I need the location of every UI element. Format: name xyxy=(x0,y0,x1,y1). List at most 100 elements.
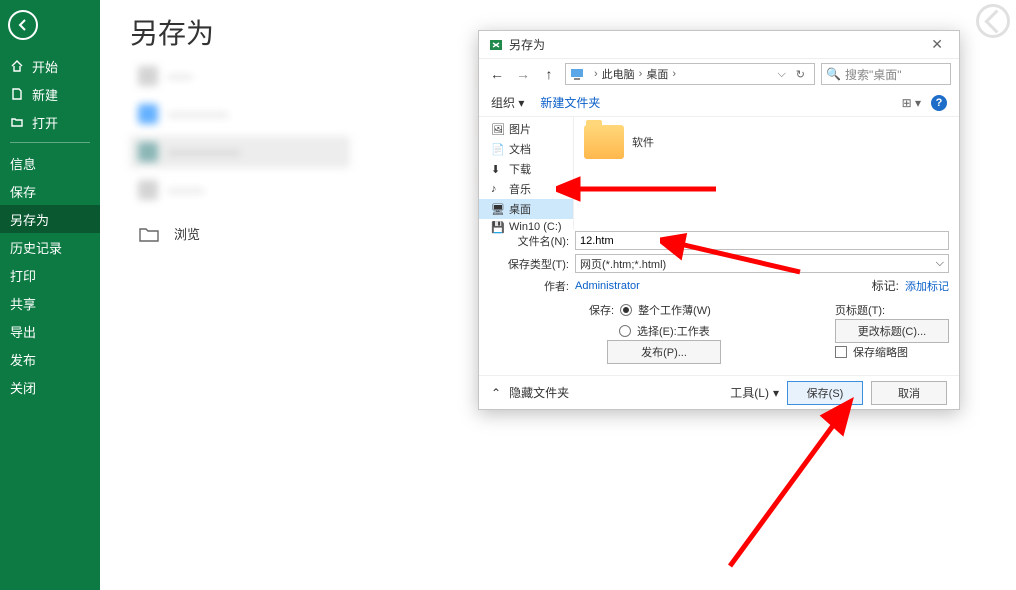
sidebar-item-save[interactable]: 保存 xyxy=(0,177,100,205)
sidebar-item-close[interactable]: 关闭 xyxy=(0,373,100,401)
sidebar-item-print[interactable]: 打印 xyxy=(0,261,100,289)
publish-button[interactable]: 发布(P)... xyxy=(607,340,721,364)
save-scope-label: 保存: xyxy=(589,302,614,318)
sidebar-item-export[interactable]: 导出 xyxy=(0,317,100,345)
locations-column: —— ————— —————— ——— 浏览 xyxy=(130,60,350,253)
address-segment[interactable]: 桌面 xyxy=(646,66,668,82)
dialog-title: 另存为 xyxy=(509,36,545,53)
sidebar-separator xyxy=(10,142,90,143)
dialog-form: 文件名(N): 保存类型(T): 网页(*.htm;*.html) ⌵ 作者: … xyxy=(479,229,959,372)
author-value[interactable]: Administrator xyxy=(575,280,640,292)
tree-item-label: Win10 (C:) xyxy=(509,221,562,233)
sidebar-item-home[interactable]: 开始 xyxy=(0,52,100,80)
dialog-footer: ⌃ 隐藏文件夹 工具(L) ▾ 保存(S) 取消 xyxy=(479,375,959,409)
recent-location-item[interactable]: ——— xyxy=(130,174,350,206)
address-dropdown[interactable]: ⌵ xyxy=(772,68,790,81)
radio-whole-workbook[interactable] xyxy=(620,304,632,316)
desktop-icon: 🖥 xyxy=(491,203,505,215)
view-options-button[interactable]: ⊞ ▾ xyxy=(902,96,921,110)
pictures-icon: 🖼 xyxy=(491,123,505,135)
expand-icon[interactable]: ⌃ xyxy=(491,386,501,400)
sidebar-item-label: 打开 xyxy=(32,113,58,132)
downloads-icon: ⬇ xyxy=(491,163,505,175)
sidebar-item-label: 发布 xyxy=(10,350,36,369)
sidebar-item-label: 开始 xyxy=(32,57,58,76)
sidebar-item-share[interactable]: 共享 xyxy=(0,289,100,317)
recent-location-item[interactable]: ————— xyxy=(130,98,350,130)
tag-label: 标记: xyxy=(872,277,899,294)
folder-tree: 🖼图片 📄文档 ⬇下载 ♪音乐 🖥桌面 💾Win10 (C:) xyxy=(479,117,574,229)
documents-icon: 📄 xyxy=(491,143,505,155)
help-icon[interactable]: ? xyxy=(931,95,947,111)
filetype-select[interactable]: 网页(*.htm;*.html) ⌵ xyxy=(575,254,949,273)
refresh-button[interactable]: ↻ xyxy=(791,68,810,81)
chevron-down-icon: ▾ xyxy=(518,96,524,110)
open-icon xyxy=(10,115,24,129)
cancel-button[interactable]: 取消 xyxy=(871,381,947,405)
sidebar-item-new[interactable]: 新建 xyxy=(0,80,100,108)
tree-item-music[interactable]: ♪音乐 xyxy=(479,179,573,199)
chevron-down-icon: ⌵ xyxy=(936,257,944,270)
chevron-right-icon: › xyxy=(639,68,643,80)
pc-icon xyxy=(570,67,586,81)
filename-label: 文件名(N): xyxy=(499,233,569,249)
tree-item-pictures[interactable]: 🖼图片 xyxy=(479,119,573,139)
recent-location-item[interactable]: —— xyxy=(130,60,350,92)
filetype-value: 网页(*.htm;*.html) xyxy=(580,256,666,272)
home-icon xyxy=(10,59,24,73)
sidebar-item-publish[interactable]: 发布 xyxy=(0,345,100,373)
checkbox-label: 保存缩略图 xyxy=(853,344,908,360)
drive-icon: 💾 xyxy=(491,221,505,233)
sidebar-item-label: 打印 xyxy=(10,266,36,285)
sidebar-item-label: 新建 xyxy=(32,85,58,104)
tree-item-documents[interactable]: 📄文档 xyxy=(479,139,573,159)
add-tag-link[interactable]: 添加标记 xyxy=(905,278,949,294)
nav-up-button[interactable]: ↑ xyxy=(539,64,559,84)
excel-icon xyxy=(489,38,503,52)
saveas-dialog: 另存为 ✕ ← → ↑ › 此电脑 › 桌面 › ⌵ ↻ 🔍 搜索"桌面" 组织… xyxy=(478,30,960,410)
organize-menu[interactable]: 组织 ▾ xyxy=(491,94,524,111)
file-list-pane[interactable]: 软件 xyxy=(574,117,959,229)
tools-menu[interactable]: 工具(L) ▾ xyxy=(730,384,779,401)
sidebar-item-open[interactable]: 打开 xyxy=(0,108,100,136)
dialog-body: 🖼图片 📄文档 ⬇下载 ♪音乐 🖥桌面 💾Win10 (C:) 软件 xyxy=(479,117,959,229)
address-segment[interactable]: 此电脑 xyxy=(602,66,635,82)
folder-item[interactable]: 软件 xyxy=(584,125,654,159)
back-button[interactable] xyxy=(8,10,38,40)
tree-item-label: 桌面 xyxy=(509,201,531,217)
sidebar-item-label: 保存 xyxy=(10,182,36,201)
address-bar[interactable]: › 此电脑 › 桌面 › ⌵ ↻ xyxy=(565,63,815,85)
chevron-right-icon: › xyxy=(672,68,676,80)
search-input[interactable]: 🔍 搜索"桌面" xyxy=(821,63,951,85)
radio-selection[interactable] xyxy=(619,325,631,337)
browse-button[interactable]: 浏览 xyxy=(130,214,350,253)
save-button[interactable]: 保存(S) xyxy=(787,381,863,405)
recent-location-item[interactable]: —————— xyxy=(130,136,350,168)
tree-item-desktop[interactable]: 🖥 桌面 xyxy=(479,199,573,219)
filetype-label: 保存类型(T): xyxy=(499,256,569,272)
nav-forward-button[interactable]: → xyxy=(513,64,533,84)
tree-item-downloads[interactable]: ⬇下载 xyxy=(479,159,573,179)
author-label: 作者: xyxy=(525,278,569,294)
backstage-sidebar: 开始 新建 打开 信息 保存 另存为 历史记录 打印 共享 导出 发布 关闭 xyxy=(0,0,100,590)
nav-back-button[interactable]: ← xyxy=(487,64,507,84)
sidebar-item-label: 关闭 xyxy=(10,378,36,397)
chevron-down-icon: ▾ xyxy=(915,96,921,110)
radio-label: 整个工作薄(W) xyxy=(638,302,711,318)
sidebar-item-history[interactable]: 历史记录 xyxy=(0,233,100,261)
new-icon xyxy=(10,87,24,101)
filename-input[interactable] xyxy=(575,231,949,250)
sidebar-item-info[interactable]: 信息 xyxy=(0,149,100,177)
new-folder-button[interactable]: 新建文件夹 xyxy=(540,94,600,111)
sidebar-item-label: 历史记录 xyxy=(10,238,62,257)
browse-label: 浏览 xyxy=(174,224,200,243)
dialog-titlebar: 另存为 ✕ xyxy=(479,31,959,59)
tree-item-label: 音乐 xyxy=(509,181,531,197)
change-title-button[interactable]: 更改标题(C)... xyxy=(835,319,949,343)
chevron-right-icon: › xyxy=(594,68,598,80)
close-button[interactable]: ✕ xyxy=(921,32,953,57)
save-thumbnail-checkbox[interactable] xyxy=(835,346,847,358)
sidebar-item-saveas[interactable]: 另存为 xyxy=(0,205,100,233)
dialog-nav: ← → ↑ › 此电脑 › 桌面 › ⌵ ↻ 🔍 搜索"桌面" xyxy=(479,59,959,89)
hide-folders-link[interactable]: 隐藏文件夹 xyxy=(509,384,569,401)
